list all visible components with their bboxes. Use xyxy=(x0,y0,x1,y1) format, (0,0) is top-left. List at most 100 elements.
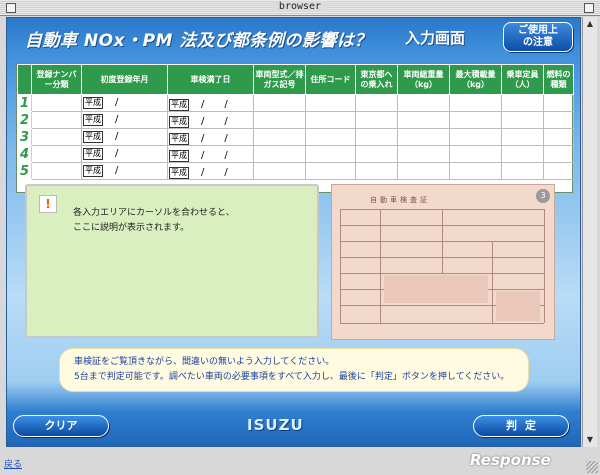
plate-class-input[interactable] xyxy=(31,111,82,129)
era-selector[interactable]: 平成 xyxy=(83,114,103,126)
era-selector[interactable]: 平成 xyxy=(169,167,189,179)
era-selector[interactable]: 平成 xyxy=(169,99,189,111)
capacity-input[interactable] xyxy=(501,145,544,163)
tokyo-entry-input[interactable] xyxy=(355,94,398,112)
row-number: 2 xyxy=(17,111,32,129)
doc-rule xyxy=(492,241,493,323)
model-code-input[interactable] xyxy=(253,145,306,163)
usage-notes-label-line1: ご使用上 xyxy=(518,25,558,36)
window-titlebar[interactable]: browser xyxy=(0,0,600,16)
first-registration-input[interactable]: 平成 / xyxy=(81,111,168,129)
scroll-down-icon[interactable]: ▼ xyxy=(585,435,595,445)
era-selector[interactable]: 平成 xyxy=(169,116,189,128)
resize-grip-icon[interactable] xyxy=(586,461,598,473)
table-row: 4 平成 / 平成 / / xyxy=(17,145,574,163)
date-separator: / xyxy=(115,165,119,176)
plate-class-input[interactable] xyxy=(31,162,82,180)
era-selector[interactable]: 平成 xyxy=(83,97,103,109)
usage-notes-button[interactable]: ご使用上 の注意 xyxy=(503,22,573,52)
scroll-up-icon[interactable]: ▲ xyxy=(585,19,595,29)
doc-rule xyxy=(544,209,545,323)
era-selector[interactable]: 平成 xyxy=(83,131,103,143)
instruction-bar: 車検証をご覧頂きながら、間違いの無いよう入力してください。 5台まで判定可能です… xyxy=(59,348,529,392)
help-text-line2: ここに説明が表示されます。 xyxy=(73,223,190,233)
header-tokyo-entry: 東京都への乗入れ xyxy=(355,64,398,95)
plate-class-input[interactable] xyxy=(31,145,82,163)
address-code-input[interactable] xyxy=(305,128,356,146)
response-watermark: Response xyxy=(470,451,551,469)
tokyo-entry-input[interactable] xyxy=(355,111,398,129)
max-load-input[interactable] xyxy=(449,94,502,112)
clear-button[interactable]: クリア xyxy=(13,415,109,437)
header-gross-weight: 車両総重量（kg） xyxy=(397,64,450,95)
plate-class-input[interactable] xyxy=(31,94,82,112)
date-separator: / / xyxy=(201,150,228,161)
gross-weight-input[interactable] xyxy=(397,162,450,180)
address-code-input[interactable] xyxy=(305,94,356,112)
address-code-input[interactable] xyxy=(305,145,356,163)
header-fuel-type: 燃料の種類 xyxy=(543,64,574,95)
row-number: 1 xyxy=(17,94,32,112)
fuel-type-input[interactable] xyxy=(543,145,574,163)
fuel-type-input[interactable] xyxy=(543,111,574,129)
capacity-input[interactable] xyxy=(501,162,544,180)
tokyo-entry-input[interactable] xyxy=(355,162,398,180)
judge-button[interactable]: 判定 xyxy=(473,415,569,437)
address-code-input[interactable] xyxy=(305,162,356,180)
inspection-expiry-input[interactable]: 平成 / / xyxy=(167,162,254,180)
model-code-input[interactable] xyxy=(253,111,306,129)
tokyo-entry-input[interactable] xyxy=(355,145,398,163)
header-max-load: 最大積載量（kg） xyxy=(449,64,502,95)
table-header-row: 登録ナンバー分類 初度登録年月 車検満了日 車両型式／排ガス記号 住所コード 東… xyxy=(17,64,574,95)
max-load-input[interactable] xyxy=(449,128,502,146)
date-separator: / xyxy=(115,97,119,108)
gross-weight-input[interactable] xyxy=(397,145,450,163)
capacity-input[interactable] xyxy=(501,111,544,129)
era-selector[interactable]: 平成 xyxy=(83,165,103,177)
back-link[interactable]: 戻る xyxy=(4,457,22,470)
fuel-type-input[interactable] xyxy=(543,94,574,112)
tokyo-entry-input[interactable] xyxy=(355,128,398,146)
certificate-title: 自動車検査証 xyxy=(370,196,430,204)
era-selector[interactable]: 平成 xyxy=(169,150,189,162)
inspection-certificate-image: 自動車検査証 3 xyxy=(331,184,555,340)
max-load-input[interactable] xyxy=(449,162,502,180)
max-load-input[interactable] xyxy=(449,145,502,163)
capacity-input[interactable] xyxy=(501,94,544,112)
vertical-scrollbar[interactable]: ▲ ▼ xyxy=(582,17,597,447)
era-selector[interactable]: 平成 xyxy=(169,133,189,145)
plate-class-input[interactable] xyxy=(31,128,82,146)
inspection-expiry-input[interactable]: 平成 / / xyxy=(167,128,254,146)
doc-shaded-cell xyxy=(496,291,540,321)
doc-rule xyxy=(340,273,544,274)
capacity-input[interactable] xyxy=(501,128,544,146)
instruction-line2: 5台まで判定可能です。調べたい車両の必要事項をすべて入力し、最後に「判定」ボタン… xyxy=(74,372,510,382)
screen-name: 入力画面 xyxy=(405,29,466,47)
first-registration-input[interactable]: 平成 / xyxy=(81,128,168,146)
help-panel: ! 各入力エリアにカーソルを合わせると、 ここに説明が表示されます。 xyxy=(25,184,319,338)
model-code-input[interactable] xyxy=(253,162,306,180)
model-code-input[interactable] xyxy=(253,94,306,112)
gross-weight-input[interactable] xyxy=(397,128,450,146)
address-code-input[interactable] xyxy=(305,111,356,129)
first-registration-input[interactable]: 平成 / xyxy=(81,94,168,112)
exclamation-icon: ! xyxy=(39,195,57,213)
max-load-input[interactable] xyxy=(449,111,502,129)
first-registration-input[interactable]: 平成 / xyxy=(81,145,168,163)
table-row: 1 平成 / 平成 / / xyxy=(17,94,574,112)
fuel-type-input[interactable] xyxy=(543,162,574,180)
gross-weight-input[interactable] xyxy=(397,111,450,129)
inspection-expiry-input[interactable]: 平成 / / xyxy=(167,94,254,112)
header-model-code: 車両型式／排ガス記号 xyxy=(253,64,306,95)
inspection-expiry-input[interactable]: 平成 / / xyxy=(167,145,254,163)
doc-rule xyxy=(340,323,544,324)
era-selector[interactable]: 平成 xyxy=(83,148,103,160)
row-number: 5 xyxy=(17,162,32,180)
fuel-type-input[interactable] xyxy=(543,128,574,146)
gross-weight-input[interactable] xyxy=(397,94,450,112)
window-zoom-icon[interactable] xyxy=(584,3,594,13)
model-code-input[interactable] xyxy=(253,128,306,146)
window-title-text: browser xyxy=(272,1,328,12)
inspection-expiry-input[interactable]: 平成 / / xyxy=(167,111,254,129)
first-registration-input[interactable]: 平成 / xyxy=(81,162,168,180)
